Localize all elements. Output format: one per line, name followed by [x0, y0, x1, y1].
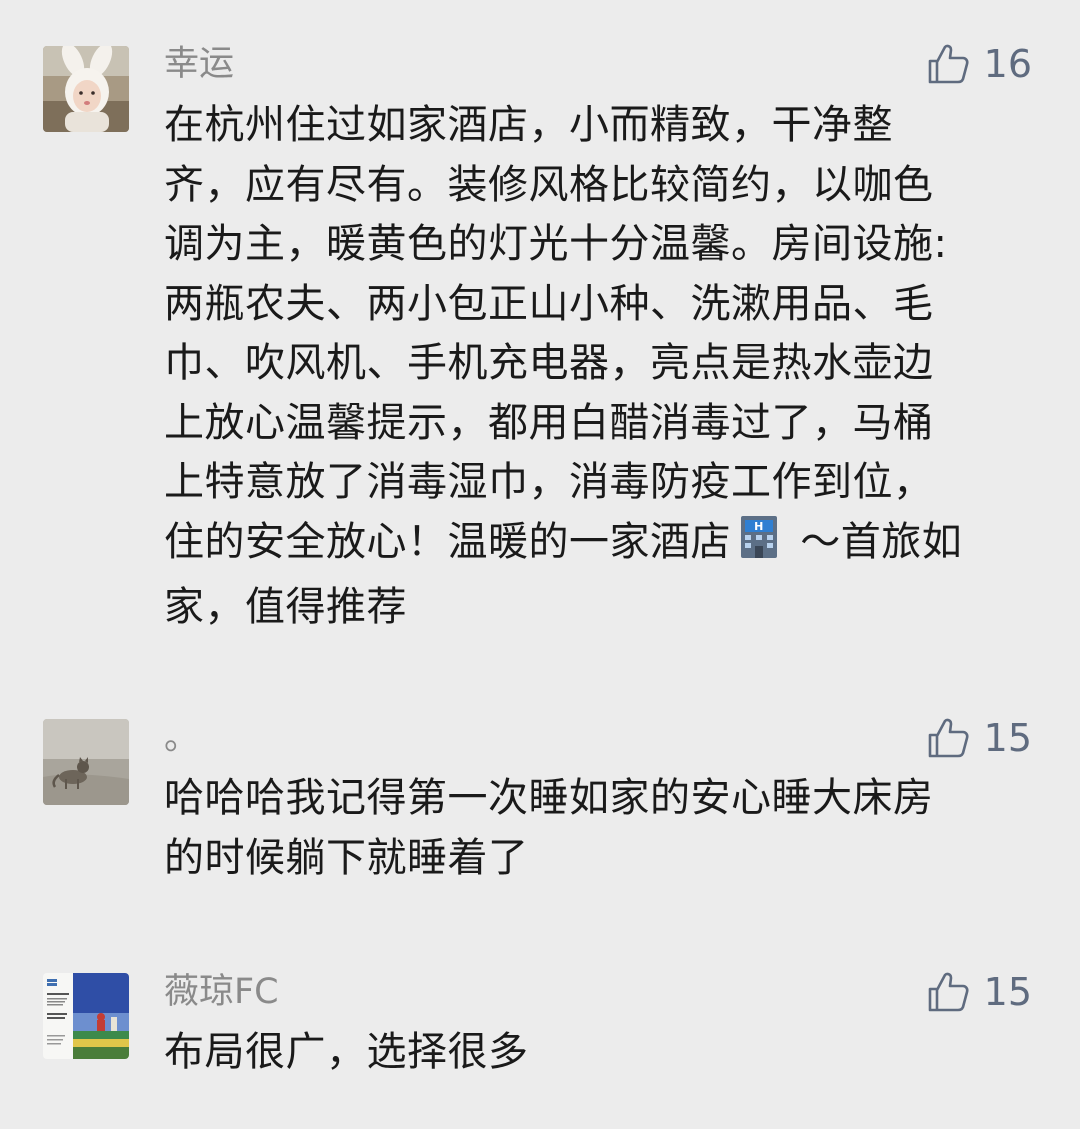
avatar[interactable]	[43, 719, 129, 805]
avatar[interactable]	[43, 973, 129, 1059]
thumbs-up-icon	[928, 718, 969, 758]
thumbs-up-icon	[928, 972, 969, 1012]
svg-text:H: H	[754, 520, 764, 533]
like-button[interactable]: 16	[926, 42, 1032, 86]
username[interactable]: 薇琼FC	[164, 970, 279, 1014]
like-count: 15	[983, 716, 1032, 760]
comment-item: 薇琼FC 15 布局很广，选择很多	[0, 950, 1080, 1129]
hotel-emoji-icon: H	[735, 513, 783, 579]
like-button[interactable]: 15	[926, 716, 1032, 760]
thumbs-up-icon	[928, 44, 969, 84]
avatar-image-bunny-girl	[43, 46, 129, 132]
like-count: 16	[983, 42, 1032, 86]
comment-item: 幸运 16 在杭州住过如家酒店，小而精致，干净整 齐，应有尽有。装修风格比较简约…	[0, 0, 1080, 690]
username[interactable]: 幸运	[164, 42, 234, 86]
avatar-image-cat	[43, 719, 129, 805]
avatar-image-album-cover	[43, 973, 129, 1059]
comment-text: 在杭州住过如家酒店，小而精致，干净整 齐，应有尽有。装修风格比较简约，以咖色 调…	[164, 96, 1036, 638]
username[interactable]: 。	[164, 716, 199, 760]
avatar[interactable]	[43, 46, 129, 132]
like-count: 15	[983, 970, 1032, 1014]
comment-text-part: 在杭州住过如家酒店，小而精致，干净整 齐，应有尽有。装修风格比较简约，以咖色 调…	[164, 102, 948, 565]
comment-text: 布局很广，选择很多	[164, 1029, 529, 1075]
comment-text: 哈哈哈我记得第一次睡如家的安心睡大床房 的时候躺下就睡着了	[164, 775, 934, 881]
comment-item: 。 15 哈哈哈我记得第一次睡如家的安心睡大床房 的时候躺下就睡着了	[0, 690, 1080, 950]
like-button[interactable]: 15	[926, 970, 1032, 1014]
